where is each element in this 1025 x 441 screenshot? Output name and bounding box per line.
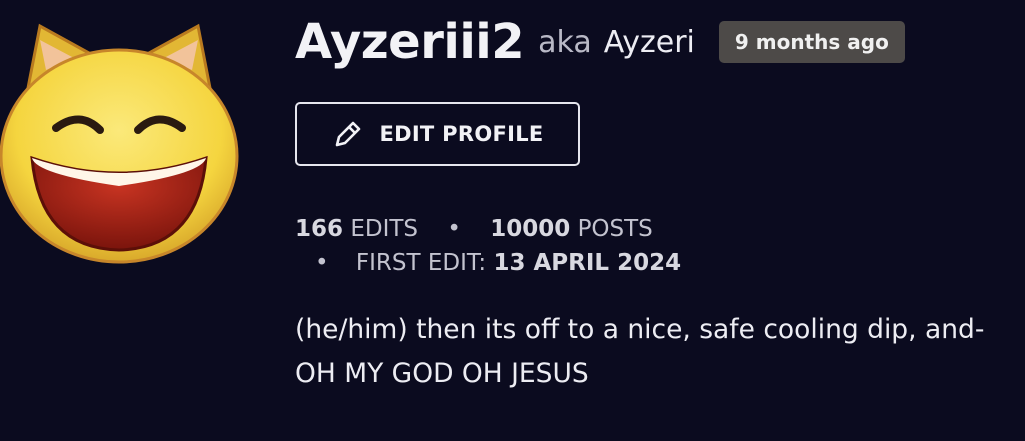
edit-profile-button[interactable]: EDIT PROFILE	[295, 102, 580, 166]
username: Ayzeriii2	[295, 14, 525, 70]
aka-label: aka	[538, 24, 592, 60]
profile-stats: 166 EDITS • 10000 POSTS • FIRST EDIT: 13…	[295, 212, 681, 280]
separator-dot: •	[447, 216, 461, 242]
profile-header: Ayzeriii2 aka Ayzeri 9 months ago	[295, 14, 905, 70]
posts-count: 10000	[490, 216, 571, 242]
stats-line-2: • FIRST EDIT: 13 APRIL 2024	[295, 246, 681, 280]
avatar	[0, 18, 250, 268]
edits-label: EDITS	[350, 216, 419, 242]
profile-bio: (he/him) then its off to a nice, safe co…	[295, 314, 985, 389]
joined-badge: 9 months ago	[718, 21, 905, 63]
edits-count: 166	[295, 216, 344, 242]
alias-name: Ayzeri	[603, 24, 695, 60]
separator-dot: •	[315, 250, 329, 276]
edit-profile-label: EDIT PROFILE	[379, 122, 544, 146]
first-edit-date: 13 APRIL 2024	[493, 250, 682, 276]
posts-label: POSTS	[577, 216, 653, 242]
pencil-icon	[336, 121, 361, 147]
stats-line-1: 166 EDITS • 10000 POSTS	[295, 212, 681, 246]
laughing-cat-emoji-icon	[0, 23, 239, 264]
first-edit-label: FIRST EDIT:	[355, 250, 487, 276]
